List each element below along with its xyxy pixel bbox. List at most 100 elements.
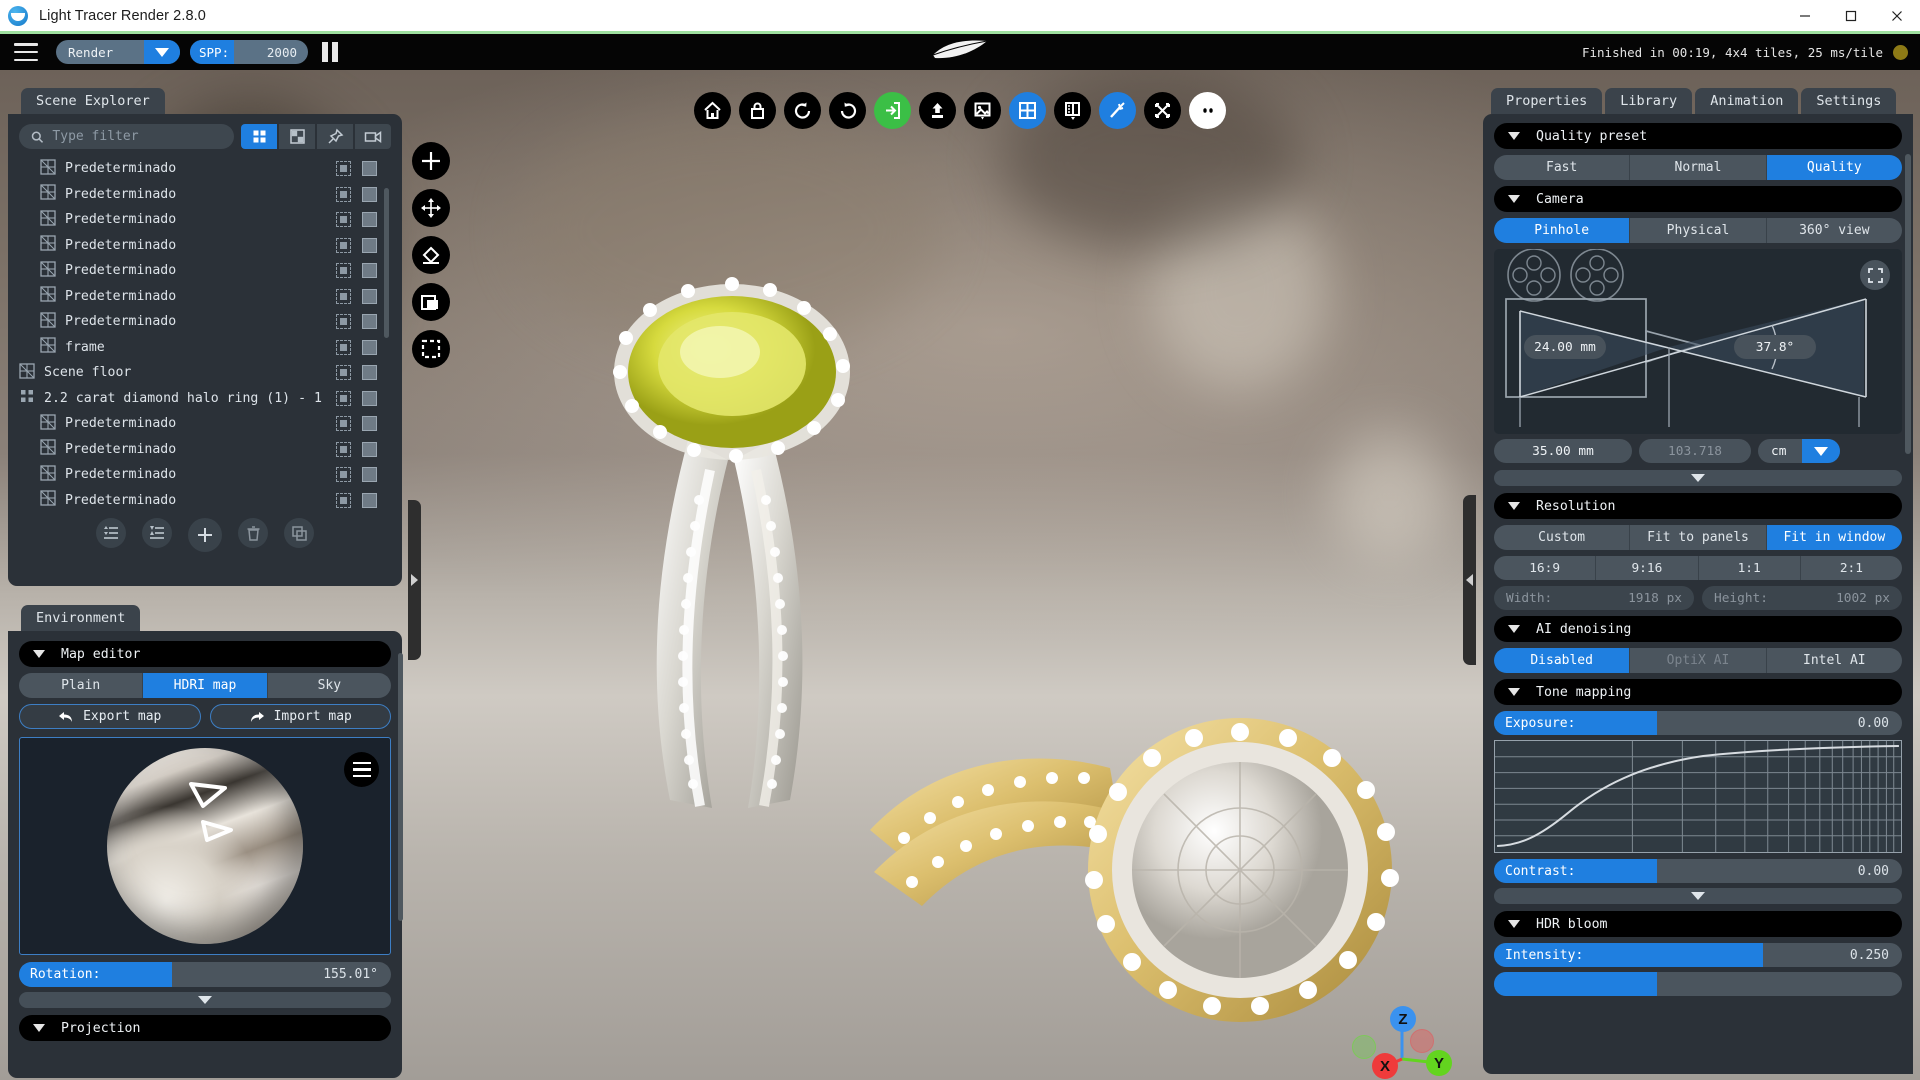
denoise-intel-ai[interactable]: Intel AI (1766, 648, 1902, 673)
import-map-button[interactable]: Import map (209, 704, 391, 729)
right-panel-collapse-handle[interactable] (1463, 495, 1476, 665)
scene-tree-row[interactable]: Predeterminado (19, 258, 391, 284)
scene-tree-row[interactable]: Predeterminado (19, 411, 391, 437)
select-region-tool[interactable] (412, 330, 450, 368)
quality-normal[interactable]: Normal (1630, 155, 1767, 180)
tab-library[interactable]: Library (1605, 88, 1693, 114)
scene-tree-row[interactable]: Predeterminado (19, 437, 391, 463)
isolate-toggle-icon[interactable] (336, 416, 351, 432)
gizmo-z-axis[interactable]: Z (1390, 1006, 1416, 1032)
visibility-toggle-icon[interactable] (362, 263, 377, 279)
quality-quality[interactable]: Quality (1766, 155, 1902, 180)
grid-view-icon[interactable] (241, 124, 277, 149)
tab-settings[interactable]: Settings (1801, 88, 1897, 114)
minimize-button[interactable] (1782, 0, 1828, 31)
ratio-2-1[interactable]: 2:1 (1800, 556, 1902, 580)
visibility-toggle-icon[interactable] (362, 492, 377, 508)
resolution-custom[interactable]: Custom (1494, 525, 1631, 550)
visibility-toggle-icon[interactable] (362, 314, 377, 330)
width-field[interactable]: Width: 1918 px (1494, 586, 1694, 610)
fov-field[interactable]: 37.8° (1734, 335, 1816, 359)
focal-length-field[interactable]: 35.00 mm (1494, 439, 1632, 463)
visibility-toggle-icon[interactable] (362, 288, 377, 304)
add-object-button[interactable] (188, 518, 222, 552)
scene-tree-row[interactable]: Predeterminado (19, 488, 391, 509)
visibility-toggle-icon[interactable] (362, 441, 377, 457)
camera-physical[interactable]: Physical (1630, 218, 1767, 243)
axis-gizmo[interactable]: Z Y X (1350, 995, 1460, 1080)
quad-view-icon[interactable] (279, 124, 315, 149)
rotation-expand-bar[interactable] (19, 992, 391, 1008)
export-map-button[interactable]: Export map (19, 704, 201, 729)
visibility-toggle-icon[interactable] (362, 186, 377, 202)
scene-tree-row[interactable]: Predeterminado (19, 156, 391, 182)
isolate-toggle-icon[interactable] (336, 441, 351, 457)
pause-render-button[interactable] (322, 42, 342, 62)
gizmo-x-axis[interactable]: X (1372, 1053, 1398, 1079)
unit-dropdown[interactable]: cm (1758, 439, 1840, 463)
section-resolution[interactable]: Resolution (1494, 493, 1902, 519)
camera-expand-icon[interactable] (1860, 260, 1890, 290)
search-input-wrapper[interactable] (19, 124, 234, 149)
ratio-16-9[interactable]: 16:9 (1494, 556, 1597, 580)
section-hdr-bloom[interactable]: HDR bloom (1494, 911, 1902, 937)
scene-tree-row[interactable]: Predeterminado (19, 309, 391, 335)
grid-layout-icon[interactable] (1009, 92, 1046, 129)
visibility-toggle-icon[interactable] (362, 339, 377, 355)
spp-field[interactable]: SPP: 2000 (190, 40, 308, 64)
ratio-9-16[interactable]: 9:16 (1596, 556, 1699, 580)
home-icon[interactable] (694, 92, 731, 129)
image-icon[interactable] (964, 92, 1001, 129)
section-camera[interactable]: Camera (1494, 186, 1902, 212)
tab-animation[interactable]: Animation (1695, 88, 1799, 114)
export-upload-icon[interactable] (919, 92, 956, 129)
quality-fast[interactable]: Fast (1494, 155, 1631, 180)
visibility-toggle-icon[interactable] (362, 365, 377, 381)
hdri-menu-icon[interactable] (344, 752, 379, 787)
tone-mapping-expand-bar[interactable] (1494, 888, 1902, 904)
tone-curve-graph[interactable] (1494, 740, 1902, 853)
scene-tree-scrollbar[interactable] (384, 188, 389, 338)
scene-tree-row[interactable]: Predeterminado (19, 182, 391, 208)
height-field[interactable]: Height: 1002 px (1702, 586, 1902, 610)
isolate-toggle-icon[interactable] (336, 467, 351, 483)
gem-tool[interactable] (412, 236, 450, 274)
ratio-1-1[interactable]: 1:1 (1698, 556, 1801, 580)
isolate-toggle-icon[interactable] (336, 492, 351, 508)
import-icon[interactable] (874, 92, 911, 129)
exposure-slider[interactable]: Exposure: 0.00 (1494, 711, 1902, 735)
visibility-toggle-icon[interactable] (362, 467, 377, 483)
contrast-slider[interactable]: Contrast: 0.00 (1494, 859, 1902, 883)
focus-distance-field[interactable]: 103.718 (1639, 439, 1751, 463)
add-tool[interactable] (412, 142, 450, 180)
map-type-sky[interactable]: Sky (267, 673, 391, 698)
render-mode-dropdown[interactable]: Render (56, 40, 180, 64)
bloom-extra-slider[interactable] (1494, 972, 1902, 996)
visibility-toggle-icon[interactable] (362, 390, 377, 406)
tab-properties[interactable]: Properties (1491, 88, 1603, 114)
map-type-plain[interactable]: Plain (19, 673, 144, 698)
duplicate-tool[interactable] (412, 283, 450, 321)
scene-tree-row[interactable]: Predeterminado (19, 207, 391, 233)
isolate-toggle-icon[interactable] (336, 212, 351, 228)
camera-icon[interactable] (355, 124, 391, 149)
isolate-toggle-icon[interactable] (336, 339, 351, 355)
hdri-preview[interactable] (19, 737, 391, 955)
resolution-fit-window[interactable]: Fit in window (1766, 525, 1902, 550)
left-panel-collapse-handle[interactable] (408, 500, 421, 660)
scene-tree-row[interactable]: Scene floor (19, 360, 391, 386)
section-projection[interactable]: Projection (19, 1015, 391, 1041)
scene-tree-row[interactable]: Predeterminado (19, 233, 391, 259)
ray-trace-icon[interactable] (1099, 92, 1136, 129)
discord-icon[interactable] (1189, 92, 1226, 129)
section-map-editor[interactable]: Map editor (19, 641, 391, 667)
lock-icon[interactable] (739, 92, 776, 129)
delete-object-button[interactable] (238, 518, 268, 548)
expand-all-button[interactable] (96, 518, 126, 548)
scene-tree-row[interactable]: 2.2 carat diamond halo ring (1) - 1 (19, 386, 391, 412)
isolate-toggle-icon[interactable] (336, 365, 351, 381)
section-quality-preset[interactable]: Quality preset (1494, 123, 1902, 149)
gizmo-neg-x-axis[interactable] (1410, 1029, 1434, 1053)
isolate-toggle-icon[interactable] (336, 186, 351, 202)
camera-expand-bar[interactable] (1494, 470, 1902, 486)
